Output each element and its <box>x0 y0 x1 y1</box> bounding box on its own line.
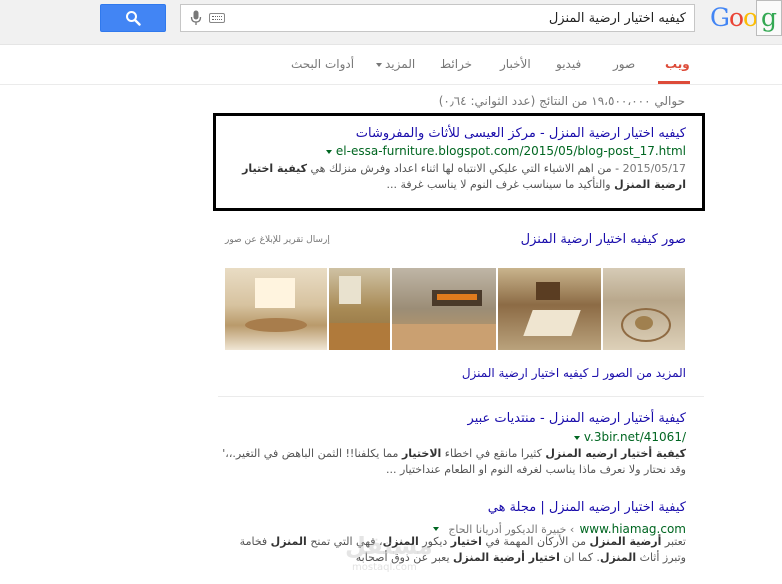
logo-frame: g <box>756 0 782 36</box>
image-thumb-1[interactable] <box>225 268 327 350</box>
result-1-date: 2015/05/17 <box>622 162 686 175</box>
tab-more-label: المزيد <box>385 57 416 71</box>
tab-images[interactable]: صور <box>613 57 635 71</box>
tab-search-tools[interactable]: أدوات البحث <box>291 57 354 71</box>
tab-web[interactable]: ويب <box>665 57 690 71</box>
google-logo[interactable]: Goo <box>710 3 758 32</box>
report-images-link[interactable]: إرسال تقرير للإبلاغ عن صور <box>225 235 330 245</box>
result-1-snippet-line1: 2015/05/17 - من اهم الاشياء التي عليكي ا… <box>242 162 686 175</box>
result-1-url[interactable]: el-essa-furniture.blogspot.com/2015/05/b… <box>322 144 686 158</box>
search-tabs: ويب صور فيديو الأخبار خرائط المزيد أدوات… <box>0 44 782 85</box>
result-1-url-text: el-essa-furniture.blogspot.com/2015/05/b… <box>335 144 686 158</box>
image-thumb-5[interactable] <box>603 268 685 350</box>
dropdown-arrow-icon[interactable] <box>325 149 332 154</box>
result-1-title[interactable]: كيفيه اختيار ارضية المنزل - مركز العيسى … <box>356 126 686 141</box>
dropdown-arrow-icon[interactable] <box>433 526 440 531</box>
search-button[interactable] <box>100 4 166 32</box>
images-heading[interactable]: صور كيفيه اختيار ارضية المنزل <box>521 232 686 247</box>
image-thumb-2[interactable] <box>329 268 390 350</box>
result-3-snippet-line1: تعتبر أرضية المنزل من الأركان المهمة في … <box>239 535 686 548</box>
search-icon <box>126 11 141 26</box>
active-tab-indicator <box>658 81 690 84</box>
section-divider <box>218 396 704 397</box>
more-images-link[interactable]: المزيد من الصور لـ كيفيه اختيار ارضية ال… <box>462 366 686 380</box>
tab-videos[interactable]: فيديو <box>556 57 581 71</box>
search-query-text: كيفيه اختيار ارضية المنزل <box>548 11 686 26</box>
image-thumb-3[interactable] <box>392 268 496 350</box>
result-2-url-text: v.3bir.net/41061/ <box>583 430 686 444</box>
tab-news[interactable]: الأخبار <box>500 57 531 71</box>
image-thumb-4[interactable] <box>498 268 601 350</box>
result-1-snippet-line2: ارضية المنزل والتأكيد ما سيناسب غرف النو… <box>386 178 687 191</box>
watermark-domain: mostaql.com <box>352 562 417 573</box>
tab-more[interactable]: المزيد <box>376 57 415 71</box>
result-2-snippet-line1: كيفية أختيار ارضيه المنزل كثيرا مانقع في… <box>222 447 686 460</box>
keyboard-icon[interactable] <box>209 13 225 23</box>
tab-maps[interactable]: خرائط <box>440 57 472 71</box>
dropdown-arrow-icon[interactable] <box>573 435 580 440</box>
watermark: مستقل <box>345 532 433 560</box>
microphone-icon[interactable] <box>190 10 202 26</box>
result-stats: حوالي ١٩،٥٠٠،٠٠٠ من النتائج (عدد الثواني… <box>438 94 685 108</box>
result-2-snippet-line2: وقد نحتار ولا نعرف ماذا يناسب لغرفه النو… <box>385 463 686 476</box>
search-input[interactable]: كيفيه اختيار ارضية المنزل <box>180 4 695 32</box>
result-2-title[interactable]: كيفية أختيار ارضيه المنزل - منتديات عبير <box>468 411 686 426</box>
top-bar: كيفيه اختيار ارضية المنزل Goo g <box>0 0 782 45</box>
result-2-url[interactable]: v.3bir.net/41061/ <box>570 430 686 444</box>
result-3-title[interactable]: كيفية اختيار ارضيه المنزل | مجلة هي <box>488 500 686 515</box>
chevron-down-icon <box>376 62 382 67</box>
